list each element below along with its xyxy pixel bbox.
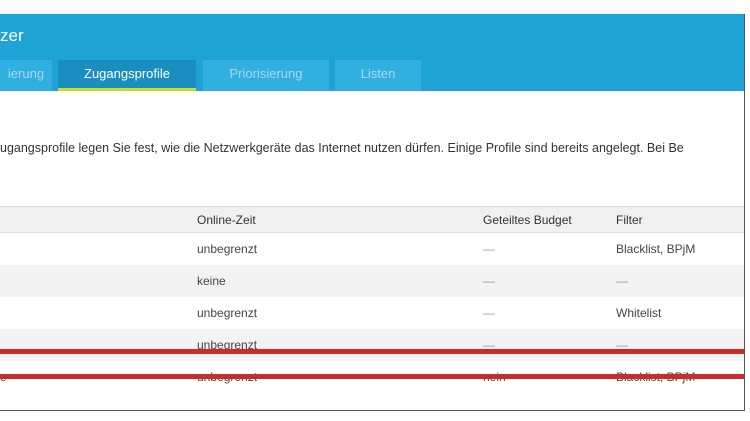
header-bar: zer ierung Zugangsprofile Priorisierung … — [0, 14, 744, 91]
profiles-table: Online-Zeit Geteiltes Budget Filter unbe… — [0, 206, 744, 393]
table-row[interactable]: unbegrenzt — — — [0, 329, 744, 361]
cell-shared-budget: — — [483, 242, 495, 256]
cell-filter: Whitelist — [616, 306, 662, 320]
tab-listen[interactable]: Listen — [335, 60, 421, 91]
cell-shared-budget: — — [483, 274, 495, 288]
table-header: Online-Zeit Geteiltes Budget Filter — [0, 206, 744, 233]
tab-zugangsprofile[interactable]: Zugangsprofile — [58, 60, 196, 91]
cell-filter: Blacklist, BPjM — [616, 370, 696, 384]
tab-bar: ierung Zugangsprofile Priorisierung List… — [0, 60, 744, 91]
tab-priorisierung[interactable]: Priorisierung — [203, 60, 329, 91]
page-description: ugangsprofile legen Sie fest, wie die Ne… — [0, 141, 684, 155]
table-row[interactable]: unbegrenzt — Whitelist — [0, 297, 744, 329]
table-row-highlighted[interactable]: e unbegrenzt nein Blacklist, BPjM — [0, 361, 744, 393]
cell-online-time: unbegrenzt — [197, 306, 258, 320]
cell-shared-budget: — — [483, 338, 495, 352]
cell-online-time: unbegrenzt — [197, 242, 258, 256]
table-row[interactable]: unbegrenzt — Blacklist, BPjM — [0, 233, 744, 265]
cell-online-time: keine — [197, 274, 226, 288]
cell-online-time: unbegrenzt — [197, 370, 258, 384]
tab-previous[interactable]: ierung — [0, 60, 52, 91]
header-shared-budget: Geteiltes Budget — [483, 212, 572, 227]
cell-filter: — — [616, 338, 628, 352]
app-window: zer ierung Zugangsprofile Priorisierung … — [0, 14, 745, 411]
cell-online-time: unbegrenzt — [197, 338, 258, 352]
cell-shared-budget: nein — [483, 370, 506, 384]
table-row[interactable]: keine — — — [0, 265, 744, 297]
cell-shared-budget: — — [483, 306, 495, 320]
cell-name: e — [0, 370, 7, 384]
cell-filter: Blacklist, BPjM — [616, 242, 696, 256]
app-title: zer — [0, 26, 24, 45]
header-online-time: Online-Zeit — [197, 212, 256, 227]
header-filter: Filter — [616, 212, 643, 227]
cell-filter: — — [616, 274, 628, 288]
